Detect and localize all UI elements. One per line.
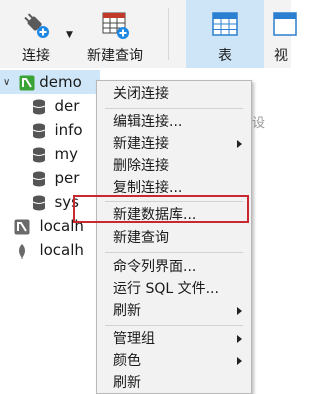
tree-item-database[interactable]: per bbox=[32, 166, 79, 190]
menu-item-label: 复制连接... bbox=[113, 180, 183, 196]
table-label: 表 bbox=[218, 48, 232, 64]
menu-item-run-sql-file[interactable]: 运行 SQL 文件... bbox=[97, 278, 251, 300]
menu-divider bbox=[105, 252, 243, 253]
tree-item-label: localh bbox=[39, 241, 84, 259]
view-button[interactable]: 视 bbox=[266, 0, 297, 68]
menu-item-manage-group[interactable]: 管理组 bbox=[97, 328, 251, 350]
tree-item-label: localh bbox=[39, 217, 84, 235]
connect-button[interactable]: 连接 bbox=[10, 0, 62, 68]
database-icon bbox=[32, 171, 46, 187]
menu-item-label: 关闭连接 bbox=[113, 86, 169, 102]
menu-item-refresh[interactable]: 刷新 bbox=[97, 372, 251, 394]
table-icon bbox=[212, 12, 238, 36]
mysql-connection-icon bbox=[19, 75, 35, 91]
mysql-connection-icon bbox=[14, 219, 30, 235]
connect-dropdown-icon[interactable]: ▼ bbox=[66, 30, 73, 40]
menu-item-label: 管理组 bbox=[113, 331, 155, 347]
menu-item-label: 删除连接 bbox=[113, 158, 169, 174]
menu-item-refresh-submenu[interactable]: 刷新 bbox=[97, 300, 251, 322]
tree-item-database[interactable]: sys bbox=[32, 190, 79, 214]
submenu-arrow-icon bbox=[237, 307, 242, 315]
tree-item-label: sys bbox=[54, 193, 79, 211]
new-query-label: 新建查询 bbox=[87, 48, 143, 64]
table-button[interactable]: 表 bbox=[186, 0, 264, 68]
plug-icon bbox=[24, 13, 49, 38]
menu-divider bbox=[105, 325, 243, 326]
toolbar-divider bbox=[168, 8, 169, 60]
database-icon bbox=[32, 195, 46, 211]
tree-item-label: per bbox=[54, 169, 80, 187]
menu-item-label: 新建查询 bbox=[113, 230, 169, 246]
design-table-hint: 设 bbox=[252, 116, 266, 131]
database-icon bbox=[32, 147, 46, 163]
menu-item-new-database[interactable]: 新建数据库... bbox=[97, 204, 251, 226]
view-icon bbox=[273, 12, 297, 36]
menu-item-edit-connection[interactable]: 编辑连接... bbox=[97, 111, 251, 133]
menu-item-label: 命令列界面... bbox=[113, 259, 197, 275]
menu-item-close-connection[interactable]: 关闭连接 bbox=[97, 83, 251, 105]
tree-item-connection[interactable]: localh bbox=[14, 238, 84, 262]
submenu-arrow-icon bbox=[237, 140, 242, 148]
menu-item-delete-connection[interactable]: 删除连接 bbox=[97, 155, 251, 177]
tree-item-label: info bbox=[54, 121, 83, 139]
tree-item-database[interactable]: info bbox=[32, 118, 83, 142]
connect-label: 连接 bbox=[22, 48, 50, 64]
submenu-arrow-icon bbox=[237, 335, 242, 343]
mongodb-leaf-icon bbox=[19, 244, 25, 259]
tree-item-database[interactable]: my bbox=[32, 142, 78, 166]
collapse-chevron-icon: ∨ bbox=[3, 77, 11, 88]
new-query-button[interactable]: 新建查询 bbox=[82, 0, 148, 68]
menu-item-label: 刷新 bbox=[113, 303, 141, 319]
database-icon bbox=[32, 99, 46, 115]
menu-item-label: 运行 SQL 文件... bbox=[113, 281, 219, 297]
menu-item-label: 刷新 bbox=[113, 375, 141, 391]
tree-item-demo-connection[interactable]: ∨ demo bbox=[0, 70, 100, 94]
tree-item-label: demo bbox=[39, 73, 82, 91]
database-icon bbox=[32, 123, 46, 139]
view-label: 视 bbox=[274, 48, 288, 64]
menu-item-color[interactable]: 颜色 bbox=[97, 350, 251, 372]
tree-item-connection[interactable]: localh bbox=[14, 214, 84, 238]
tree-item-label: my bbox=[54, 145, 78, 163]
menu-divider bbox=[105, 108, 243, 109]
menu-divider bbox=[105, 201, 243, 202]
query-table-icon bbox=[102, 12, 129, 39]
menu-item-duplicate-connection[interactable]: 复制连接... bbox=[97, 177, 251, 199]
toolbar: 连接 ▼ 新建查询 表 视 bbox=[0, 0, 297, 69]
menu-item-label: 新建数据库... bbox=[113, 207, 197, 223]
menu-item-new-query[interactable]: 新建查询 bbox=[97, 227, 251, 249]
tree-item-database[interactable]: der bbox=[32, 94, 79, 118]
menu-item-label: 新建连接 bbox=[113, 136, 169, 152]
context-menu: 关闭连接 编辑连接... 新建连接 删除连接 复制连接... 新建数据库... … bbox=[96, 80, 252, 394]
tree-item-label: der bbox=[54, 97, 80, 115]
submenu-arrow-icon bbox=[237, 357, 242, 365]
menu-item-new-connection[interactable]: 新建连接 bbox=[97, 133, 251, 155]
menu-item-command-line[interactable]: 命令列界面... bbox=[97, 256, 251, 278]
menu-item-label: 颜色 bbox=[113, 353, 141, 369]
menu-item-label: 编辑连接... bbox=[113, 114, 183, 130]
